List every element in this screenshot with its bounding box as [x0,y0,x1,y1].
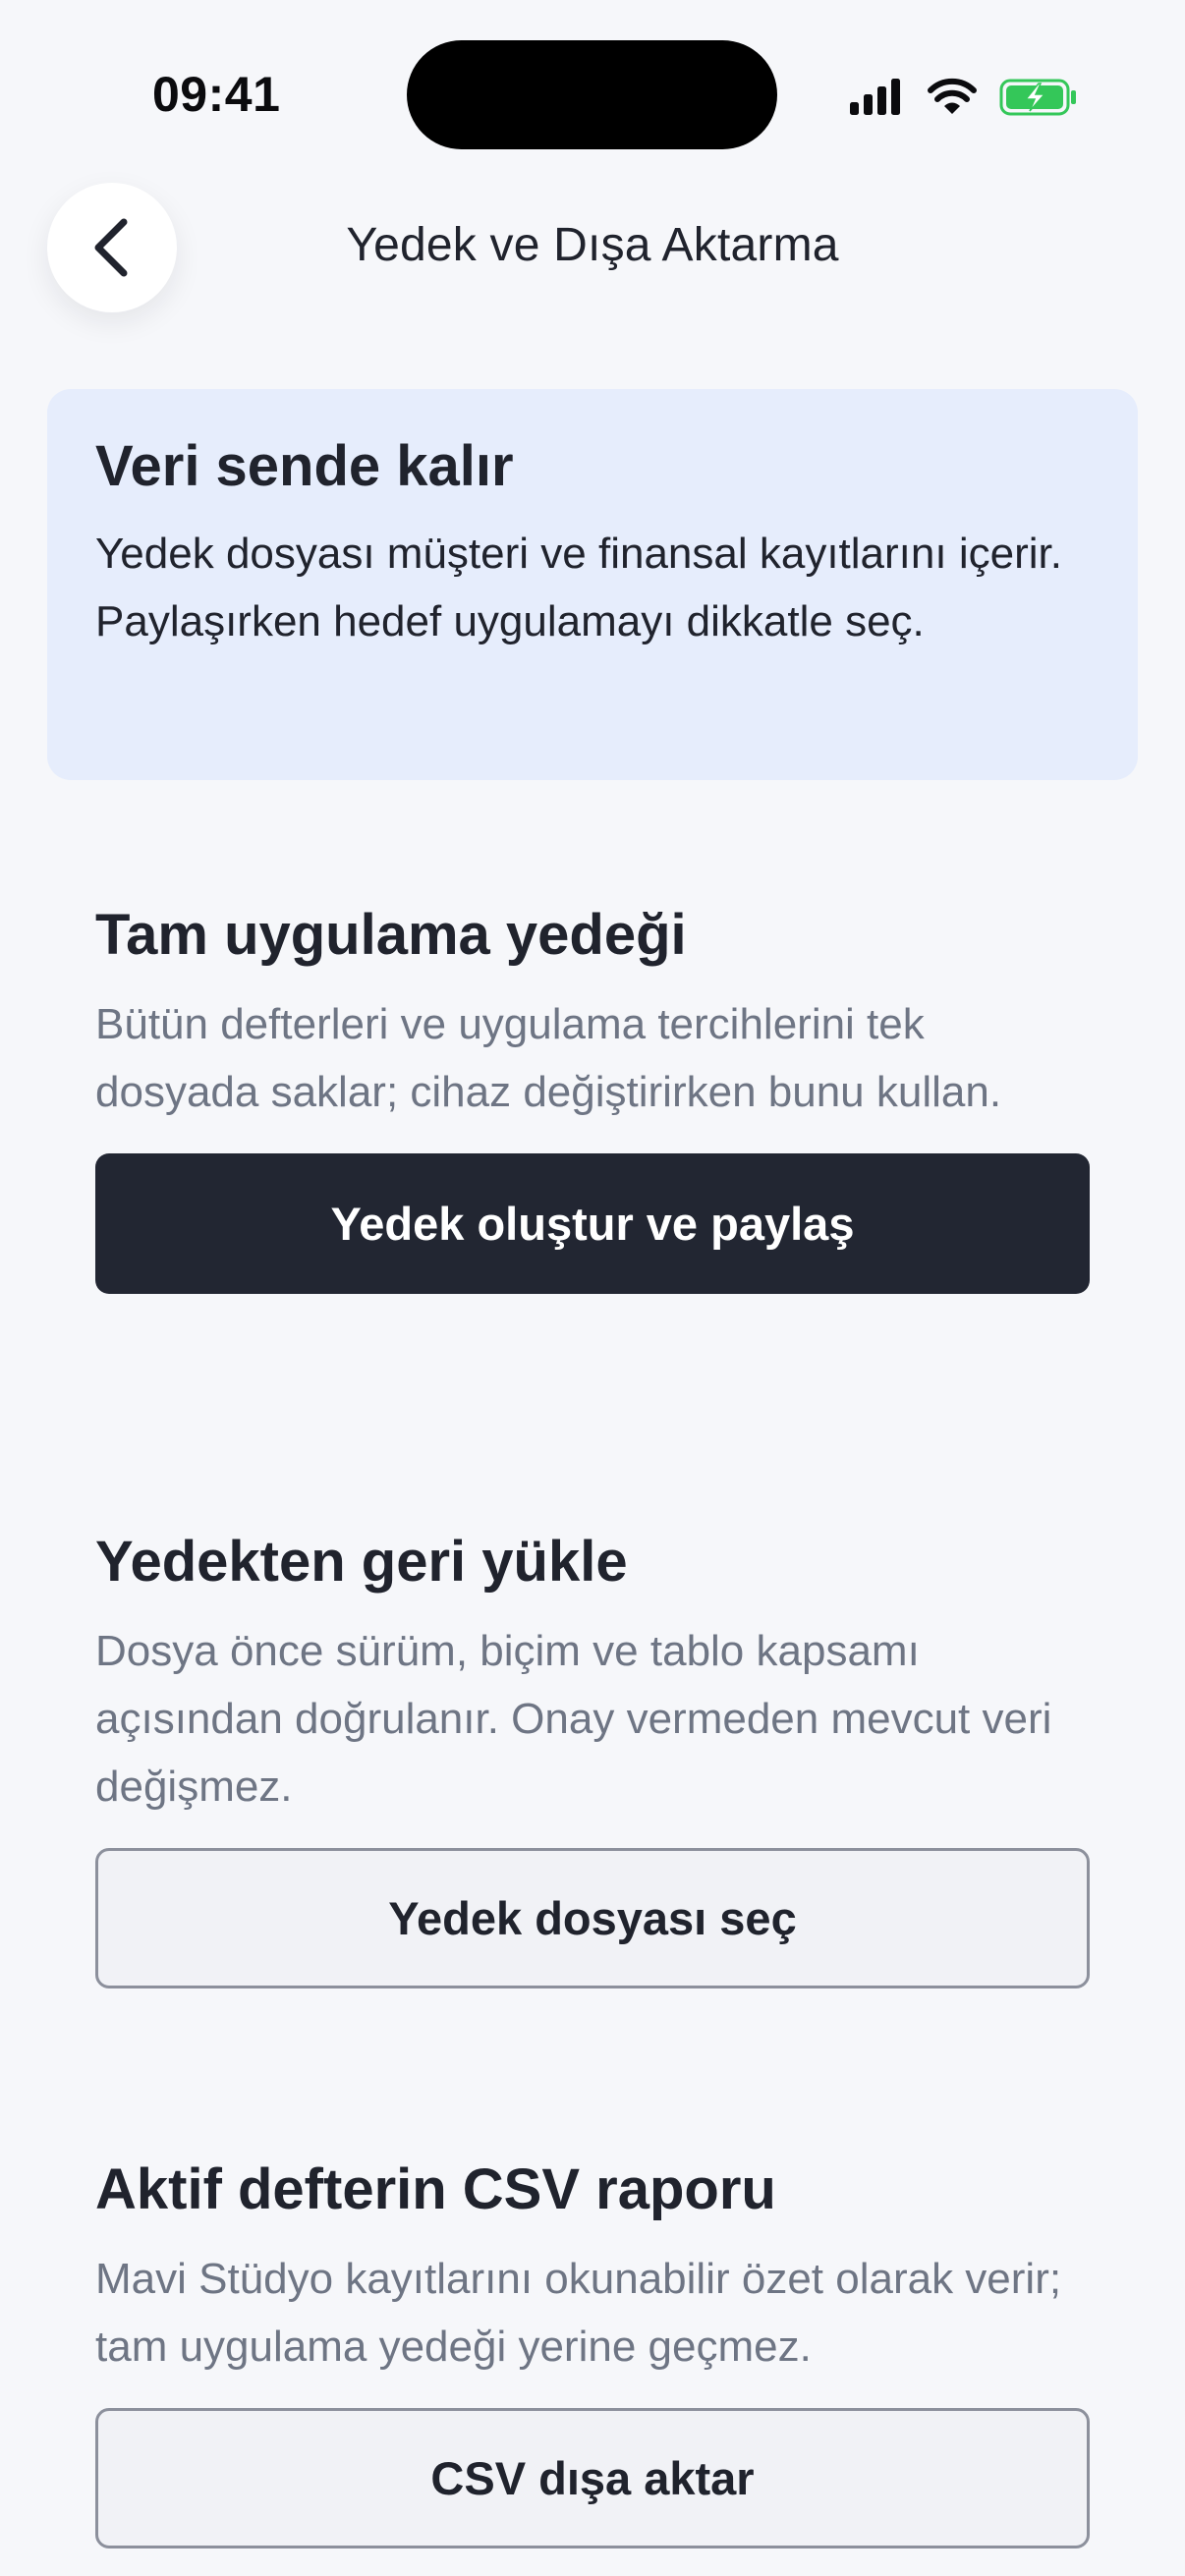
battery-charging-icon [999,79,1076,116]
section-description: Dosya önce sürüm, biçim ve tablo kapsamı… [95,1627,1052,1811]
status-icons [850,78,1076,116]
page-title: Yedek ve Dışa Aktarma [346,219,839,271]
wifi-icon [928,78,977,114]
section-title: Yedekten geri yükle [95,1530,628,1594]
choose-backup-file-button[interactable]: Yedek dosyası seç [95,1848,1090,1988]
section-title: Tam uygulama yedeği [95,903,687,967]
info-card-title: Veri sende kalır [95,434,514,498]
restore-section: Yedekten geri yükle Dosya önce sürüm, bi… [95,1534,1090,1988]
create-and-share-backup-button[interactable]: Yedek oluştur ve paylaş [95,1153,1090,1294]
backup-export-screen: 09:41 Yedek ve Dışa Aktarma Veri sende k… [0,0,1185,2576]
section-description: Mavi Stüdyo kayıtlarını okunabilir özet … [95,2255,1062,2371]
signal-icon [850,79,900,115]
info-card-body: Yedek dosyası müşteri ve finansal kayıtl… [95,530,1062,645]
csv-report-section: Aktif defterin CSV raporu Mavi Stüdyo ka… [95,2161,1090,2548]
section-description: Bütün defterleri ve uygulama tercihlerin… [95,1000,1002,1116]
section-title: Aktif defterin CSV raporu [95,2157,776,2221]
status-time: 09:41 [152,67,281,122]
dynamic-island [407,40,777,149]
full-backup-section: Tam uygulama yedeği Bütün defterleri ve … [95,907,1090,1294]
privacy-info-card: Veri sende kalır Yedek dosyası müşteri v… [47,389,1138,780]
csv-export-button[interactable]: CSV dışa aktar [95,2408,1090,2548]
